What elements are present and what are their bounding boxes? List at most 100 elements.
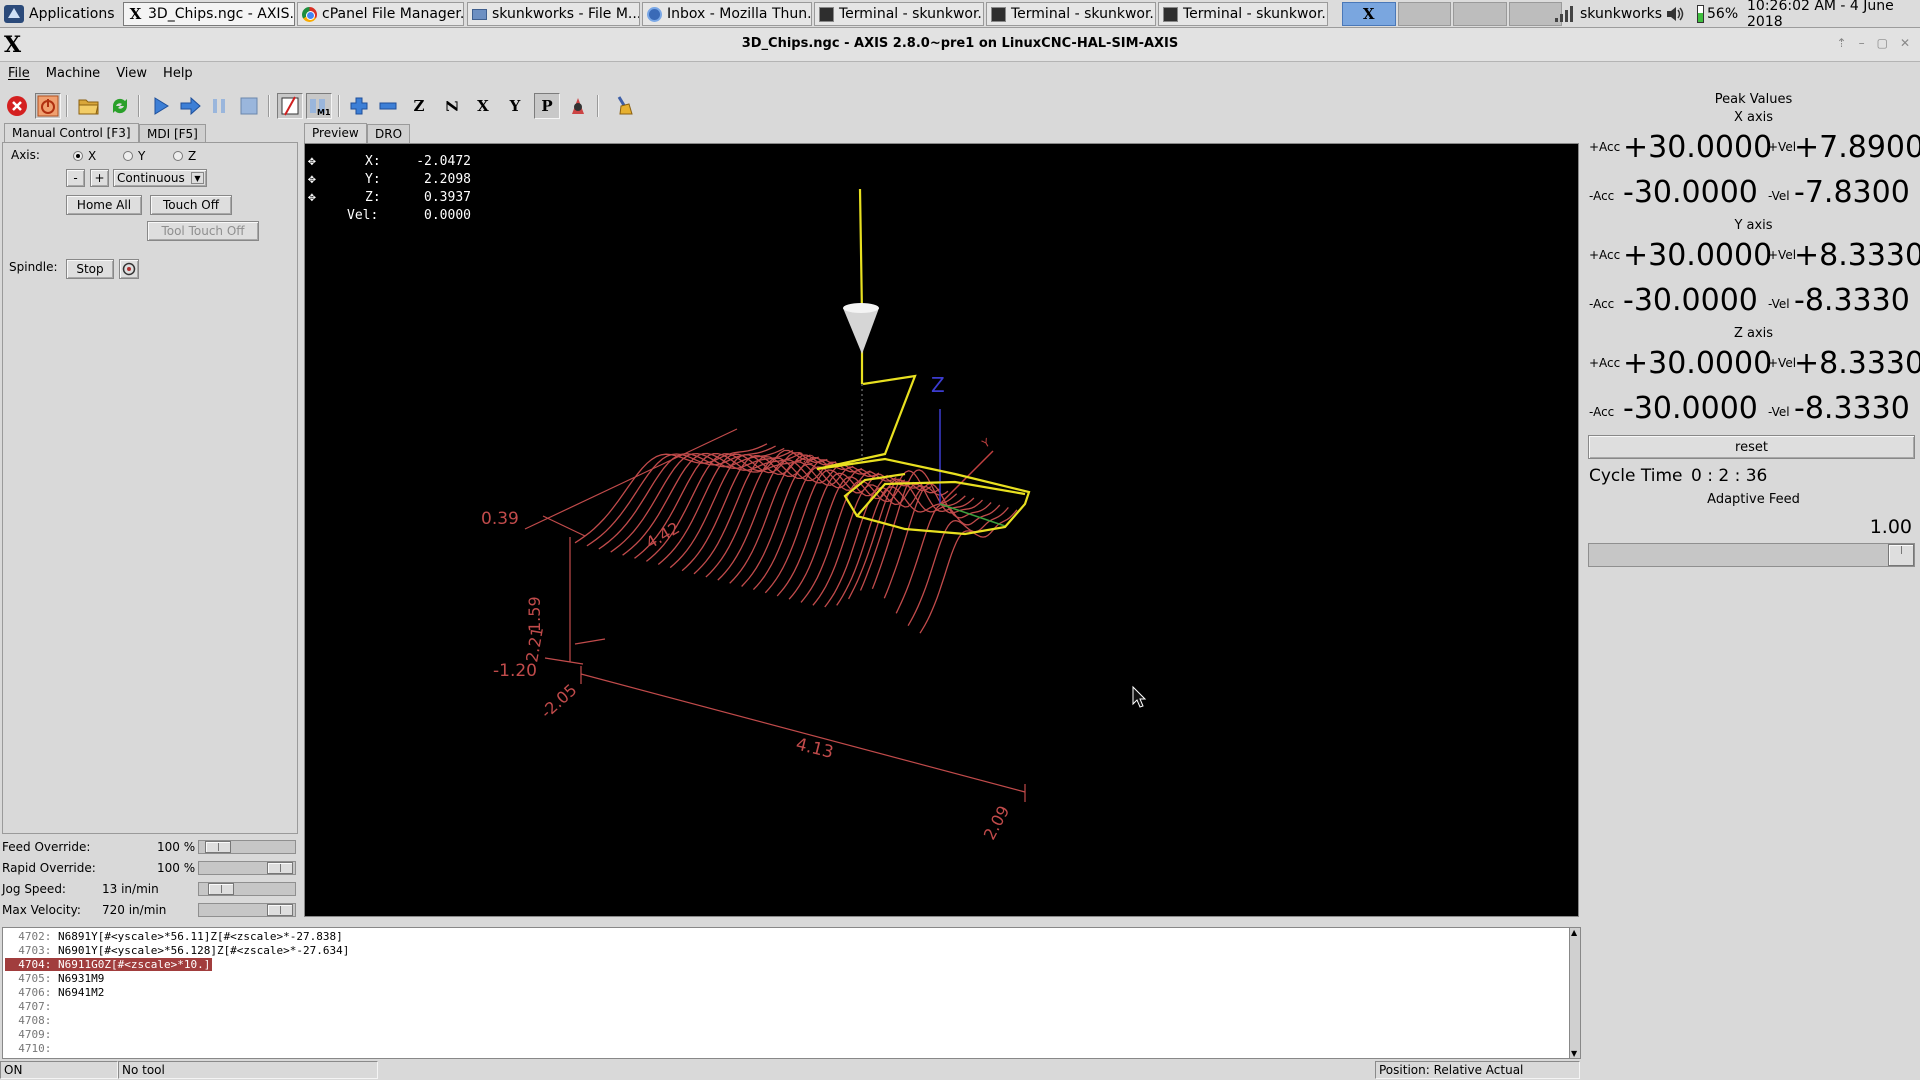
home-all-button[interactable]: Home All: [66, 195, 142, 215]
axis-x-radio[interactable]: X: [73, 149, 96, 163]
folder-icon: [472, 8, 487, 20]
battery-tray[interactable]: 56%: [1697, 2, 1738, 26]
menu-file[interactable]: File: [0, 66, 38, 81]
machine-state: ON: [0, 1061, 118, 1079]
spindle-label: Spindle:: [9, 260, 58, 274]
adaptive-feed-slider[interactable]: [1588, 543, 1915, 567]
folder-open-icon: [78, 99, 99, 115]
tab-manual-control[interactable]: Manual Control [F3]: [4, 123, 139, 143]
slider-handle[interactable]: [205, 841, 231, 853]
axis-label: Axis:: [11, 148, 40, 162]
toolpath-preview[interactable]: ✥ ✥ ✥ X: -2.0472 Y: 2.2098 Z: 0.3937 Vel…: [304, 143, 1579, 917]
taskbar-item-file-manager[interactable]: skunkworks - File M...: [467, 2, 640, 26]
applications-menu-button[interactable]: Applications: [4, 2, 115, 26]
workspace-pager: X: [1342, 2, 1562, 26]
workspace-3[interactable]: [1453, 2, 1507, 26]
clear-plot-button[interactable]: [610, 93, 636, 119]
gcode-scrollbar[interactable]: ▲ ▼: [1569, 927, 1581, 1059]
battery-percent: 56%: [1707, 6, 1739, 22]
tab-preview[interactable]: Preview: [304, 123, 367, 143]
axis-z-radio[interactable]: Z: [173, 149, 196, 163]
gcode-line-number: 4705:: [18, 972, 52, 985]
menu-help[interactable]: Help: [155, 66, 201, 81]
gcode-line[interactable]: 4705: N6931M9: [5, 972, 104, 985]
taskbar-item-terminal-3[interactable]: Terminal - skunkwor...: [1158, 2, 1328, 26]
tab-mdi[interactable]: MDI [F5]: [139, 124, 206, 143]
gcode-line[interactable]: 4702: N6891Y[#<yscale>*56.11]Z[#<zscale>…: [5, 930, 343, 943]
brake-button[interactable]: [119, 259, 139, 279]
touch-off-button[interactable]: Touch Off: [150, 195, 232, 215]
run-button[interactable]: [148, 93, 174, 119]
slider-handle[interactable]: [267, 862, 293, 874]
window-titlebar: X 3D_Chips.ngc - AXIS 2.8.0~pre1 on Linu…: [0, 28, 1920, 62]
gcode-line[interactable]: 4706: N6941M2: [5, 986, 104, 999]
taskbar-item-cpanel[interactable]: cPanel File Manager...: [297, 2, 464, 26]
jog-speed-slider[interactable]: [198, 882, 296, 896]
gcode-listing[interactable]: 4702: N6891Y[#<yscale>*56.11]Z[#<zscale>…: [2, 927, 1570, 1059]
gcode-line-current[interactable]: 4704: N6911G0Z[#<zscale>*10.]: [5, 958, 213, 971]
max-velocity-slider[interactable]: [198, 903, 296, 917]
gcode-line[interactable]: 4709:: [5, 1028, 58, 1041]
minimize-icon[interactable]: –: [1859, 36, 1865, 50]
step-button[interactable]: [177, 93, 203, 119]
clock[interactable]: 10:26:02 AM - 4 June 2018: [1747, 0, 1920, 30]
zoom-out-button[interactable]: [375, 93, 401, 119]
tab-dro[interactable]: DRO: [367, 124, 411, 143]
jog-minus-button[interactable]: -: [66, 169, 85, 187]
scroll-down-icon[interactable]: ▼: [1571, 1049, 1577, 1058]
vel-plus-label: +Vel: [1768, 356, 1797, 370]
volume-tray[interactable]: [1665, 2, 1685, 26]
view-z-button[interactable]: Z: [406, 93, 432, 119]
acc-minus-label: -Acc: [1589, 405, 1615, 419]
taskbar-item-terminal-1[interactable]: Terminal - skunkwor...: [814, 2, 984, 26]
gcode-line[interactable]: 4708:: [5, 1014, 58, 1027]
view-y-button[interactable]: Y: [502, 93, 528, 119]
menu-machine[interactable]: Machine: [38, 66, 108, 81]
jog-plus-button[interactable]: +: [90, 169, 109, 187]
zoom-in-button[interactable]: [346, 93, 372, 119]
taskbar-item-axis[interactable]: X 3D_Chips.ngc - AXIS...: [123, 2, 295, 26]
view-z-rotated-button[interactable]: Z: [438, 93, 464, 119]
taskbar-item-thunderbird[interactable]: Inbox - Mozilla Thun...: [642, 2, 812, 26]
rapid-override-slider[interactable]: [198, 861, 296, 875]
optional-stop-button[interactable]: M1: [306, 93, 332, 119]
maximize-icon[interactable]: ▢: [1877, 36, 1888, 50]
x-acc-minus-value: -30.0000: [1623, 175, 1758, 210]
tool-touch-off-button[interactable]: Tool Touch Off: [147, 221, 259, 241]
slider-handle[interactable]: [1888, 544, 1914, 566]
taskbar-item-terminal-2[interactable]: Terminal - skunkwor...: [986, 2, 1156, 26]
workspace-1[interactable]: X: [1342, 2, 1396, 26]
acc-minus-label: -Acc: [1589, 297, 1615, 311]
power-button[interactable]: [35, 93, 61, 119]
scroll-up-icon[interactable]: ▲: [1571, 928, 1577, 937]
feed-override-slider[interactable]: [198, 840, 296, 854]
view-perspective-button[interactable]: P: [534, 93, 560, 119]
vel-plus-label: +Vel: [1768, 248, 1797, 262]
spindle-stop-button[interactable]: Stop: [66, 259, 114, 279]
open-file-button[interactable]: [76, 93, 102, 119]
slider-handle[interactable]: [267, 904, 293, 916]
stop-button[interactable]: [236, 93, 262, 119]
gcode-line[interactable]: 4710:: [5, 1042, 58, 1055]
menu-view[interactable]: View: [108, 66, 155, 81]
reset-peaks-button[interactable]: reset: [1588, 435, 1915, 459]
estop-button[interactable]: [4, 93, 30, 119]
network-tray[interactable]: skunkworks: [1554, 2, 1662, 26]
shade-icon[interactable]: ⇡: [1837, 36, 1847, 50]
reload-button[interactable]: [107, 93, 133, 119]
axis-y-radio[interactable]: Y: [123, 149, 145, 163]
terminal-icon: [819, 6, 834, 22]
rotate-view-button[interactable]: [565, 93, 591, 119]
toolpath-ridge: [693, 456, 854, 575]
gcode-line[interactable]: 4703: N6901Y[#<yscale>*56.128]Z[#<zscale…: [5, 944, 349, 957]
workspace-2[interactable]: [1397, 2, 1451, 26]
jog-mode-select[interactable]: Continuous ▼: [113, 169, 207, 187]
gcode-line[interactable]: 4707:: [5, 1000, 58, 1013]
jog-speed-label: Jog Speed:: [2, 882, 66, 896]
block-delete-button[interactable]: [277, 93, 303, 119]
gcode-line-number: 4704:: [18, 958, 52, 971]
close-icon[interactable]: ✕: [1900, 36, 1910, 50]
pause-button[interactable]: [206, 93, 232, 119]
slider-handle[interactable]: [208, 883, 234, 895]
view-x-button[interactable]: X: [470, 93, 496, 119]
